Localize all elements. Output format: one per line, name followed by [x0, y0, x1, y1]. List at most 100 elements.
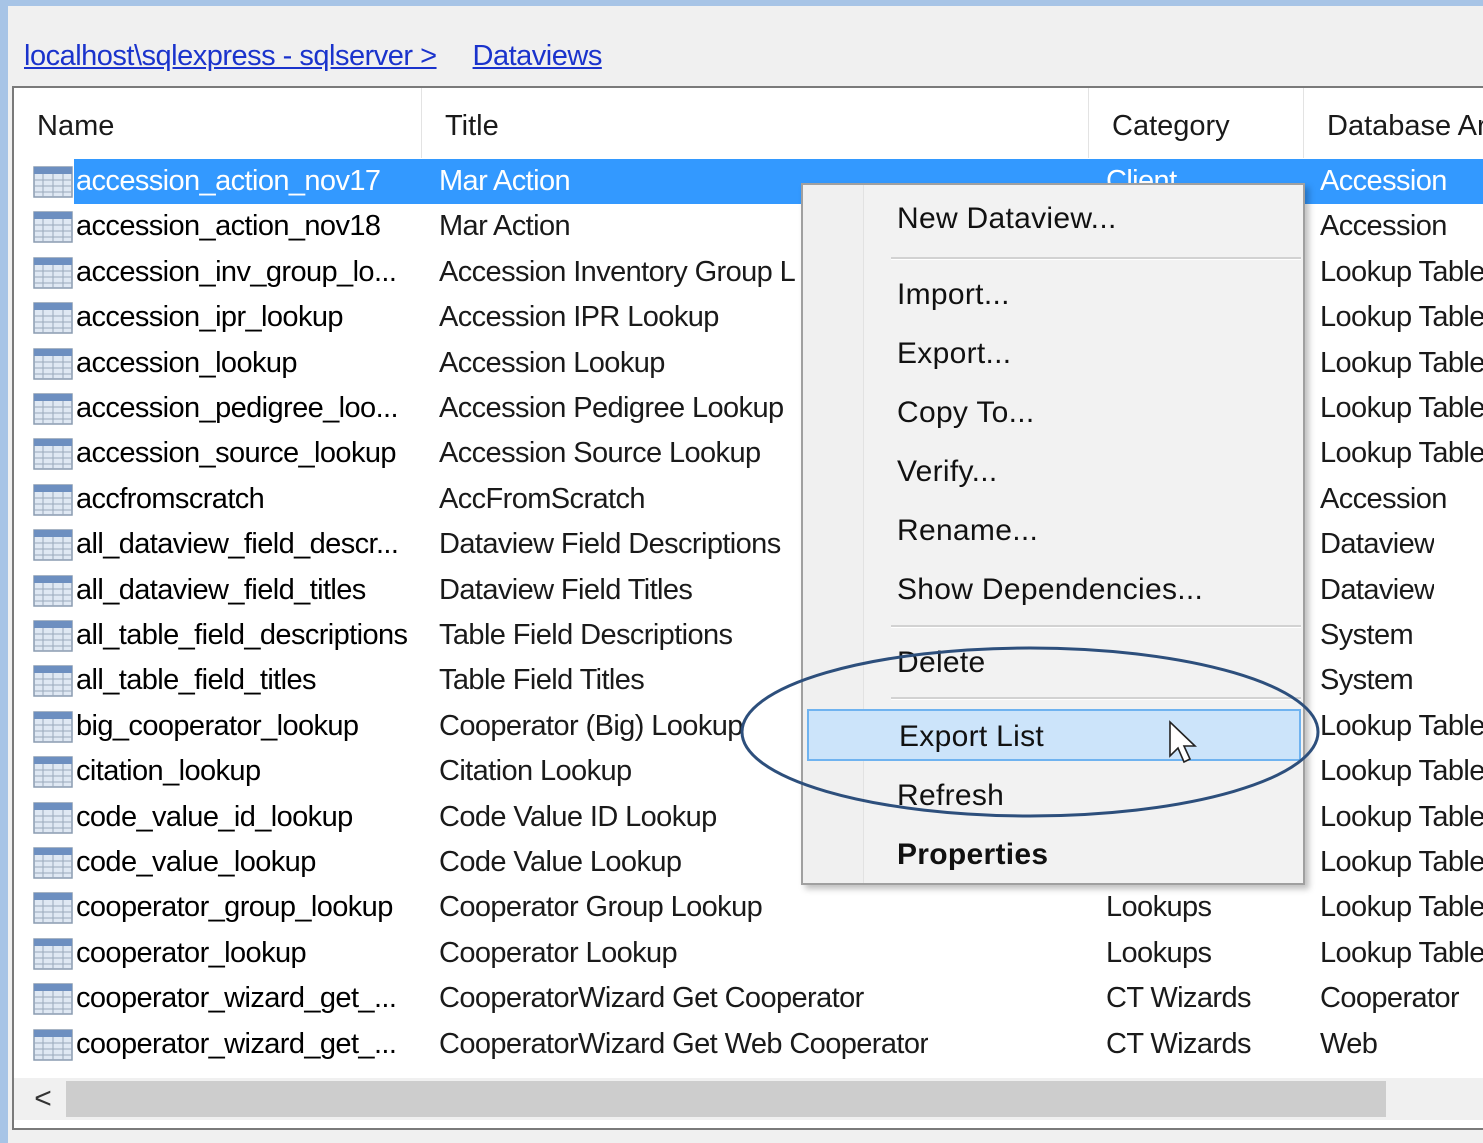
- column-header-database-area[interactable]: Database Are: [1304, 88, 1483, 158]
- row-title: AccFromScratch: [439, 482, 645, 515]
- dataview-grid-icon: [33, 574, 73, 607]
- row-title: Cooperator Lookup: [439, 936, 678, 969]
- row-category: Lookups: [1106, 936, 1212, 969]
- menu-item-new-dataview[interactable]: New Dataview...: [807, 193, 1301, 245]
- row-name: big_cooperator_lookup: [76, 709, 359, 742]
- menu-item-properties[interactable]: Properties: [807, 829, 1301, 881]
- row-title: CooperatorWizard Get Web Cooperator: [439, 1027, 929, 1060]
- row-name: accession_action_nov17: [76, 159, 385, 204]
- row-name: accession_ipr_lookup: [76, 301, 344, 334]
- row-name: citation_lookup: [76, 755, 261, 788]
- row-database-area: Lookup Table: [1320, 709, 1483, 742]
- row-title: Accession Inventory Group L: [439, 255, 796, 288]
- row-title: Code Value ID Lookup: [439, 800, 717, 833]
- row-database-area: Dataview: [1320, 528, 1435, 561]
- row-title: Mar Action: [439, 165, 570, 197]
- menu-item-verify[interactable]: Verify...: [807, 446, 1301, 498]
- table-row[interactable]: cooperator_wizard_get_... CooperatorWizar…: [14, 1022, 1483, 1067]
- row-database-area: Lookup Table: [1320, 800, 1483, 833]
- row-database-area: Lookup Table: [1320, 255, 1483, 288]
- table-row[interactable]: cooperator_group_lookup Cooperator Group …: [14, 885, 1483, 930]
- row-database-area: Accession: [1320, 165, 1447, 197]
- row-database-area: System: [1320, 664, 1414, 697]
- row-database-area: Lookup Table: [1320, 755, 1483, 788]
- row-database-area: Accession: [1320, 210, 1447, 243]
- row-title: Mar Action: [439, 210, 570, 243]
- row-title: Dataview Field Titles: [439, 573, 693, 606]
- menu-item-import[interactable]: Import...: [807, 269, 1301, 321]
- dataview-grid-icon: [33, 484, 73, 516]
- menu-item-show-dependencies[interactable]: Show Dependencies...: [807, 564, 1301, 616]
- menu-item-delete[interactable]: Delete: [807, 637, 1301, 689]
- dataview-grid-icon: [33, 756, 73, 788]
- table-row[interactable]: cooperator_lookup Cooperator Lookup Lookup…: [14, 931, 1483, 976]
- menu-item-copy-to[interactable]: Copy To...: [807, 387, 1301, 439]
- row-database-area: Lookup Table: [1320, 346, 1483, 379]
- row-title: Cooperator Group Lookup: [439, 891, 763, 924]
- dataview-grid-icon: [33, 665, 73, 698]
- row-name: code_value_lookup: [76, 846, 316, 878]
- dataview-grid-icon: [33, 211, 73, 244]
- menu-separator: [891, 257, 1301, 260]
- row-database-area: Lookup Table: [1320, 437, 1483, 470]
- column-header-category[interactable]: Category: [1089, 88, 1304, 158]
- column-header-name[interactable]: Name: [14, 88, 422, 158]
- list-header: Name Title Category Database Are: [14, 88, 1483, 158]
- dataview-grid-icon: [33, 801, 73, 834]
- menu-separator: [891, 697, 1301, 700]
- table-row[interactable]: cooperator_wizard_get_... CooperatorWizar…: [14, 976, 1483, 1021]
- dataview-grid-icon: [33, 257, 73, 289]
- breadcrumb-dataviews-link[interactable]: Dataviews: [473, 40, 603, 73]
- menu-item-refresh[interactable]: Refresh: [807, 770, 1301, 822]
- menu-item-rename[interactable]: Rename...: [807, 505, 1301, 557]
- row-title: Citation Lookup: [439, 755, 632, 788]
- dataview-grid-icon: [33, 302, 73, 334]
- dataview-grid-icon: [33, 166, 73, 198]
- dataview-grid-icon: [33, 393, 73, 425]
- row-name: all_table_field_titles: [76, 664, 317, 697]
- dataview-grid-icon: [33, 529, 73, 561]
- scrollbar-thumb[interactable]: [66, 1081, 1386, 1117]
- row-category: Lookups: [1106, 891, 1212, 924]
- row-name: cooperator_wizard_get_...: [76, 1027, 397, 1060]
- row-title: Table Field Descriptions: [439, 619, 733, 651]
- row-database-area: Accession: [1320, 482, 1447, 515]
- row-name: cooperator_wizard_get_...: [76, 982, 397, 1015]
- row-name: accession_inv_group_lo...: [76, 255, 397, 288]
- dataview-grid-icon: [33, 938, 73, 970]
- row-name: all_dataview_field_descr...: [76, 528, 399, 561]
- row-title: Accession IPR Lookup: [439, 301, 719, 334]
- dataview-grid-icon: [33, 711, 73, 743]
- row-title: CooperatorWizard Get Cooperator: [439, 982, 864, 1015]
- row-name: accfromscratch: [76, 482, 265, 515]
- context-menu: New Dataview... Import... Export... Copy To…: [801, 183, 1305, 885]
- dataview-grid-icon: [33, 620, 73, 652]
- row-category: CT Wizards: [1106, 1027, 1251, 1060]
- scroll-left-arrow-icon[interactable]: <: [26, 1082, 60, 1116]
- row-database-area: Dataview: [1320, 573, 1435, 606]
- row-title: Table Field Titles: [439, 664, 645, 697]
- row-database-area: Web: [1320, 1027, 1378, 1060]
- horizontal-scrollbar[interactable]: <: [14, 1078, 1483, 1120]
- dataview-grid-icon: [33, 892, 73, 925]
- row-database-area: Lookup Table: [1320, 301, 1483, 334]
- dataview-grid-icon: [33, 1028, 73, 1061]
- row-title: Accession Lookup: [439, 346, 665, 379]
- menu-item-export-list[interactable]: Export List: [807, 709, 1301, 761]
- row-title: Accession Source Lookup: [439, 437, 761, 470]
- breadcrumb-server-link[interactable]: localhost\sqlexpress - sqlserver >: [24, 40, 437, 73]
- row-title: Dataview Field Descriptions: [439, 528, 781, 561]
- row-title: Accession Pedigree Lookup: [439, 392, 784, 424]
- row-title: Cooperator (Big) Lookup: [439, 709, 743, 742]
- dataview-grid-icon: [33, 983, 73, 1015]
- dataview-grid-icon: [33, 847, 73, 879]
- column-header-title[interactable]: Title: [422, 88, 1089, 158]
- row-name: accession_pedigree_loo...: [76, 392, 399, 424]
- row-name: accession_source_lookup: [76, 437, 397, 470]
- row-name: code_value_id_lookup: [76, 800, 353, 833]
- row-database-area: Lookup Table: [1320, 891, 1483, 924]
- row-database-area: System: [1320, 619, 1414, 651]
- menu-item-export[interactable]: Export...: [807, 328, 1301, 380]
- menu-separator: [891, 625, 1301, 628]
- row-name: cooperator_group_lookup: [76, 891, 393, 924]
